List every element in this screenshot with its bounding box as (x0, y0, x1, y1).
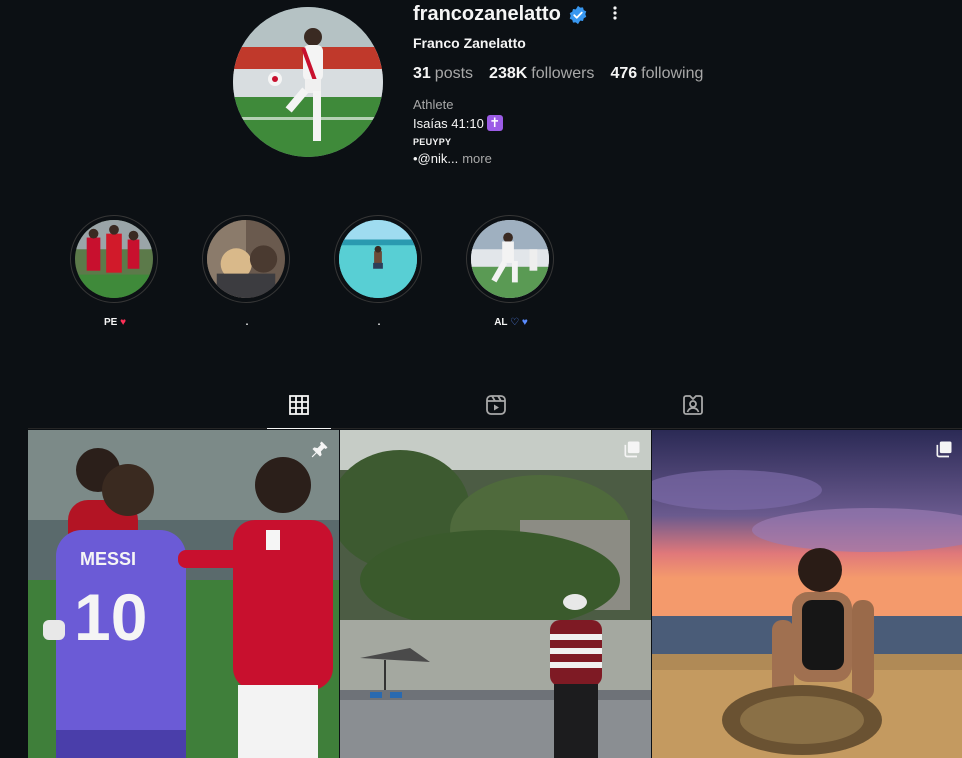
post-1[interactable]: MESSI 10 (28, 430, 339, 758)
highlight-cover[interactable] (202, 215, 290, 303)
bio-mention: •@nik... more (413, 151, 492, 166)
highlight-cover[interactable] (466, 215, 554, 303)
profile-page: francozanelatto Franco Zanelatto 31 posts… (0, 0, 962, 758)
highlight-cover[interactable] (334, 215, 422, 303)
pin-icon (311, 441, 328, 458)
highlight-label: . (202, 317, 292, 331)
following-label[interactable]: following (641, 65, 703, 82)
highlight-pe[interactable]: PE ♥ (70, 215, 160, 331)
heart-emoji-icon: ♡ ♥ (510, 317, 528, 328)
followers-label[interactable]: followers (531, 65, 594, 82)
bio-mention-text[interactable]: •@nik... (413, 151, 458, 166)
highlight-label-text: . (377, 317, 381, 328)
tagged-icon (683, 395, 703, 415)
posts-count: 31 (413, 65, 431, 82)
post-image (652, 430, 962, 758)
post-2[interactable] (340, 430, 651, 758)
highlight-label: . (334, 317, 424, 331)
reels-icon (486, 395, 506, 415)
highlight-label-text: AL (494, 317, 508, 328)
post-image (340, 430, 651, 758)
tab-tagged[interactable] (661, 393, 725, 429)
highlight-label: AL ♡ ♥ (466, 317, 556, 331)
posts-label: posts (434, 65, 474, 82)
highlight-label: PE ♥ (70, 317, 160, 331)
highlight-3[interactable]: . (334, 215, 424, 331)
highlight-al[interactable]: AL ♡ ♥ (466, 215, 556, 331)
post-3[interactable] (652, 430, 962, 758)
followers-stat[interactable]: 238K followers (489, 65, 594, 83)
highlight-label-text: . (245, 317, 249, 328)
highlight-label-text: PE (103, 317, 118, 328)
profile-avatar[interactable] (233, 7, 383, 157)
bio-line: Isaías 41:10 ✝ (413, 115, 503, 131)
post-image: MESSI 10 (28, 430, 339, 758)
profile-category: Athlete (413, 97, 454, 112)
tab-reels[interactable] (464, 393, 528, 429)
following-stat[interactable]: 476 following (610, 65, 703, 83)
cross-emoji-icon: ✝ (486, 115, 503, 131)
tab-posts[interactable] (267, 393, 331, 429)
carousel-icon (936, 441, 952, 458)
highlight-cover[interactable] (70, 215, 158, 303)
following-count[interactable]: 476 (610, 65, 637, 82)
profile-full-name: Franco Zanelatto (413, 35, 526, 51)
profile-stats: 31 posts 238K followers 476 following (413, 65, 719, 83)
followers-count[interactable]: 238K (489, 65, 527, 82)
heart-emoji-icon: ♥ (120, 317, 127, 328)
username-row: francozanelatto (413, 3, 588, 26)
verified-badge-icon (569, 5, 587, 24)
bio-text: Isaías 41:10 (413, 115, 484, 131)
bio-more-button[interactable]: more (462, 151, 492, 166)
highlight-2[interactable]: . (202, 215, 292, 331)
carousel-icon (624, 441, 640, 458)
bio-tag: PEUYPY (413, 137, 452, 147)
more-options-icon[interactable] (607, 2, 623, 24)
grid-icon (289, 395, 309, 415)
posts-stat: 31 posts (413, 65, 473, 83)
profile-username[interactable]: francozanelatto (413, 3, 561, 26)
jersey-name: MESSI (80, 549, 136, 569)
jersey-number: 10 (74, 580, 147, 654)
